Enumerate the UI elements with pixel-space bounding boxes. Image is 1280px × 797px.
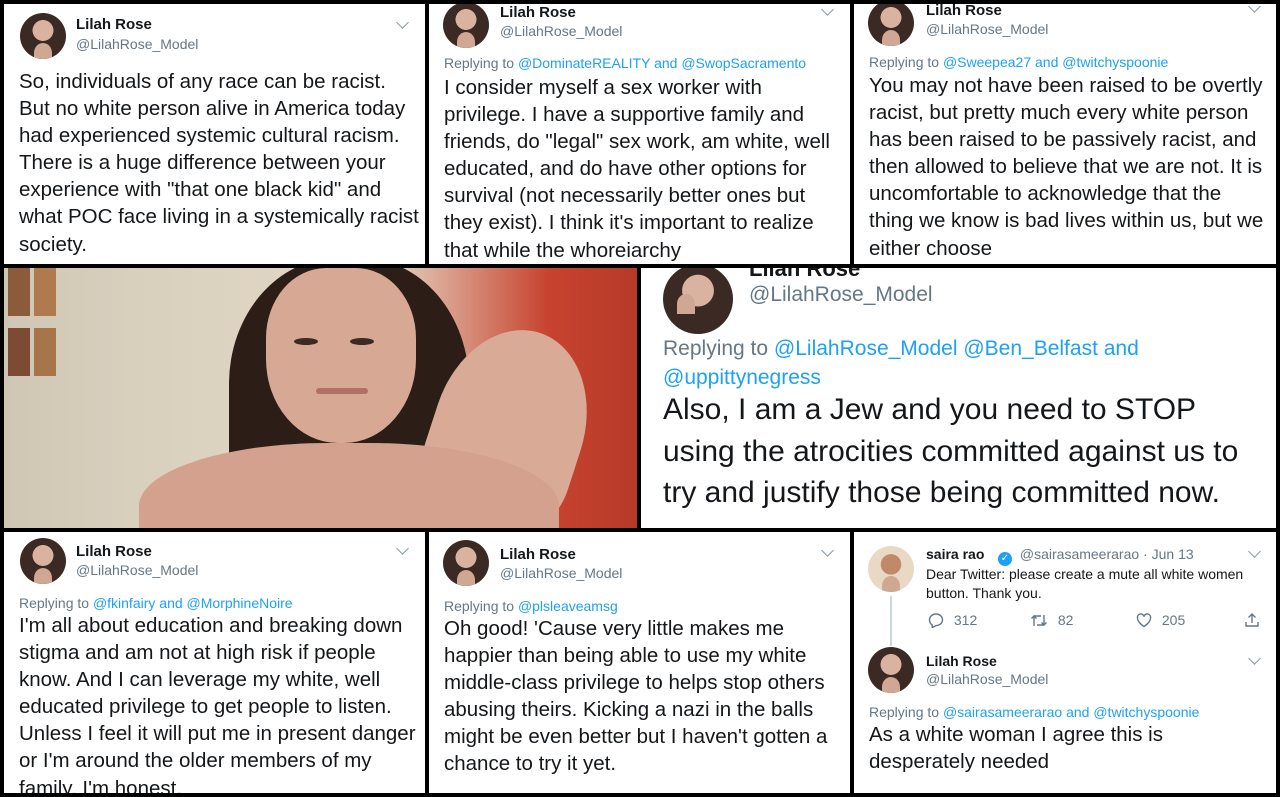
author-name[interactable]: Lilah Rose [749, 268, 860, 282]
chevron-down-icon[interactable] [396, 16, 409, 29]
chevron-down-icon[interactable] [821, 544, 834, 557]
author-handle[interactable]: @sairasameerarao [1020, 546, 1139, 562]
chevron-down-icon[interactable] [821, 4, 834, 16]
tweet-text: Also, I am a Jew and you need to STOP us… [663, 393, 1239, 509]
tweet-text: So, individuals of any race can be racis… [19, 70, 419, 256]
reply-mention[interactable]: @plsleaveamsg [518, 598, 618, 614]
verified-badge-icon: ✓ [998, 552, 1012, 566]
reply-icon [928, 613, 944, 629]
reply-and: and [159, 595, 183, 611]
tweet-panel-4: Lilah Rose @LilahRose_Model Replying to … [641, 268, 1276, 528]
wall-art [8, 268, 78, 418]
author-handle[interactable]: @LilahRose_Model [500, 23, 622, 39]
tweet-text: I consider myself a sex worker with priv… [444, 76, 830, 262]
avatar[interactable] [443, 540, 489, 586]
tweet-date[interactable]: Jun 13 [1152, 546, 1194, 562]
selfie-photo [4, 268, 637, 528]
avatar[interactable] [20, 13, 66, 59]
reply-mention[interactable]: @uppittynegress [663, 366, 821, 389]
tweet-text: As a white woman I agree this is despera… [869, 723, 1163, 774]
tweet-text: I'm all about education and breaking dow… [19, 614, 416, 793]
eye-shape [350, 338, 374, 345]
share-icon [1245, 613, 1259, 627]
reply-mention[interactable]: @LilahRose_Model [774, 337, 958, 360]
reply-mention[interactable]: @SwopSacramento [681, 55, 806, 71]
replying-to: Replying to @Sweepea27 and @twitchyspoon… [869, 54, 1168, 70]
replying-to: Replying to @fkinfairy and @MorphineNoir… [19, 595, 293, 611]
like-action[interactable]: 205 [1136, 612, 1185, 628]
replying-to-label: Replying to [444, 55, 515, 71]
share-action[interactable] [1244, 612, 1260, 631]
tweet-panel-1: Lilah Rose @LilahRose_Model So, individu… [4, 4, 425, 264]
replying-to-label: Replying to [19, 595, 90, 611]
author-name[interactable]: Lilah Rose [76, 543, 152, 560]
tweet-panel-7: saira rao ✓ @sairasameerarao · Jun 13 De… [854, 532, 1276, 793]
eye-shape [294, 338, 318, 345]
chevron-down-icon[interactable] [396, 542, 409, 555]
author-handle[interactable]: @LilahRose_Model [926, 671, 1048, 687]
chevron-down-icon[interactable] [1248, 652, 1261, 665]
chevron-down-icon[interactable] [1248, 545, 1261, 558]
author-meta: ✓ @sairasameerarao · Jun 13 [994, 546, 1194, 566]
reply-and: and [1066, 704, 1090, 720]
replying-to-label: Replying to [444, 598, 515, 614]
tweet-text: Oh good! 'Cause very little makes me hap… [444, 617, 828, 776]
avatar-saira[interactable] [868, 546, 914, 592]
reply-mention[interactable]: @Ben_Belfast [963, 337, 1098, 360]
reply-and: and [1035, 54, 1059, 70]
avatar[interactable] [868, 647, 914, 693]
reply-mention[interactable]: @DominateREALITY [518, 55, 650, 71]
author-name[interactable]: Lilah Rose [500, 4, 576, 21]
tweet-panel-3: Lilah Rose @LilahRose_Model Replying to … [854, 4, 1276, 264]
replying-to: Replying to @sairasameerarao and @twitch… [869, 704, 1199, 720]
author-handle[interactable]: @LilahRose_Model [749, 283, 933, 307]
author-handle[interactable]: @LilahRose_Model [500, 565, 622, 581]
author-name[interactable]: Lilah Rose [926, 653, 997, 669]
meta-separator: · [1143, 546, 1148, 562]
author-handle[interactable]: @LilahRose_Model [76, 562, 198, 578]
reply-mention[interactable]: @twitchyspoonie [1062, 54, 1168, 70]
author-handle[interactable]: @LilahRose_Model [926, 21, 1048, 37]
avatar[interactable] [20, 538, 66, 584]
face-shape [266, 268, 416, 443]
author-name[interactable]: Lilah Rose [500, 546, 576, 563]
tweet-panel-2: Lilah Rose @LilahRose_Model Replying to … [429, 4, 850, 264]
reply-mention[interactable]: @MorphineNoire [187, 595, 293, 611]
tweet-panel-6: Lilah Rose @LilahRose_Model Replying to … [429, 532, 850, 793]
mouth-shape [316, 388, 368, 394]
reply-mention[interactable]: @twitchyspoonie [1093, 704, 1199, 720]
heart-icon [1136, 613, 1152, 628]
reply-count: 312 [953, 612, 978, 628]
replying-to: Replying to @plsleaveamsg [444, 598, 618, 614]
reply-and: and [1103, 337, 1139, 360]
chevron-down-icon[interactable] [1248, 4, 1261, 13]
reply-mention[interactable]: @sairasameerarao [943, 704, 1062, 720]
tweet-panel-5: Lilah Rose @LilahRose_Model Replying to … [4, 532, 425, 793]
replying-to: Replying to @LilahRose_Model @Ben_Belfas… [663, 334, 1263, 392]
reply-mention[interactable]: @Sweepea27 [943, 54, 1031, 70]
reply-mention[interactable]: @fkinfairy [93, 595, 155, 611]
replying-to-label: Replying to [869, 54, 940, 70]
author-name[interactable]: Lilah Rose [76, 16, 152, 33]
retweet-action[interactable]: 82 [1030, 612, 1073, 628]
thread-connector [890, 596, 892, 646]
avatar[interactable] [663, 268, 733, 334]
author-name[interactable]: Lilah Rose [926, 4, 1002, 19]
avatar[interactable] [868, 4, 914, 46]
like-count: 205 [1161, 612, 1186, 628]
replying-to-label: Replying to [663, 337, 769, 360]
tweet-text: Dear Twitter: please create a mute all w… [926, 566, 1244, 601]
reply-and: and [654, 55, 678, 71]
replying-to-label: Replying to [869, 704, 940, 720]
avatar[interactable] [443, 4, 489, 48]
retweet-count: 82 [1057, 612, 1074, 628]
tweet-text: You may not have been raised to be overt… [869, 74, 1264, 260]
retweet-icon [1031, 615, 1047, 626]
author-name[interactable]: saira rao [926, 546, 984, 562]
reply-action[interactable]: 312 [928, 612, 978, 629]
author-handle[interactable]: @LilahRose_Model [76, 36, 198, 52]
replying-to: Replying to @DominateREALITY and @SwopSa… [444, 55, 806, 71]
